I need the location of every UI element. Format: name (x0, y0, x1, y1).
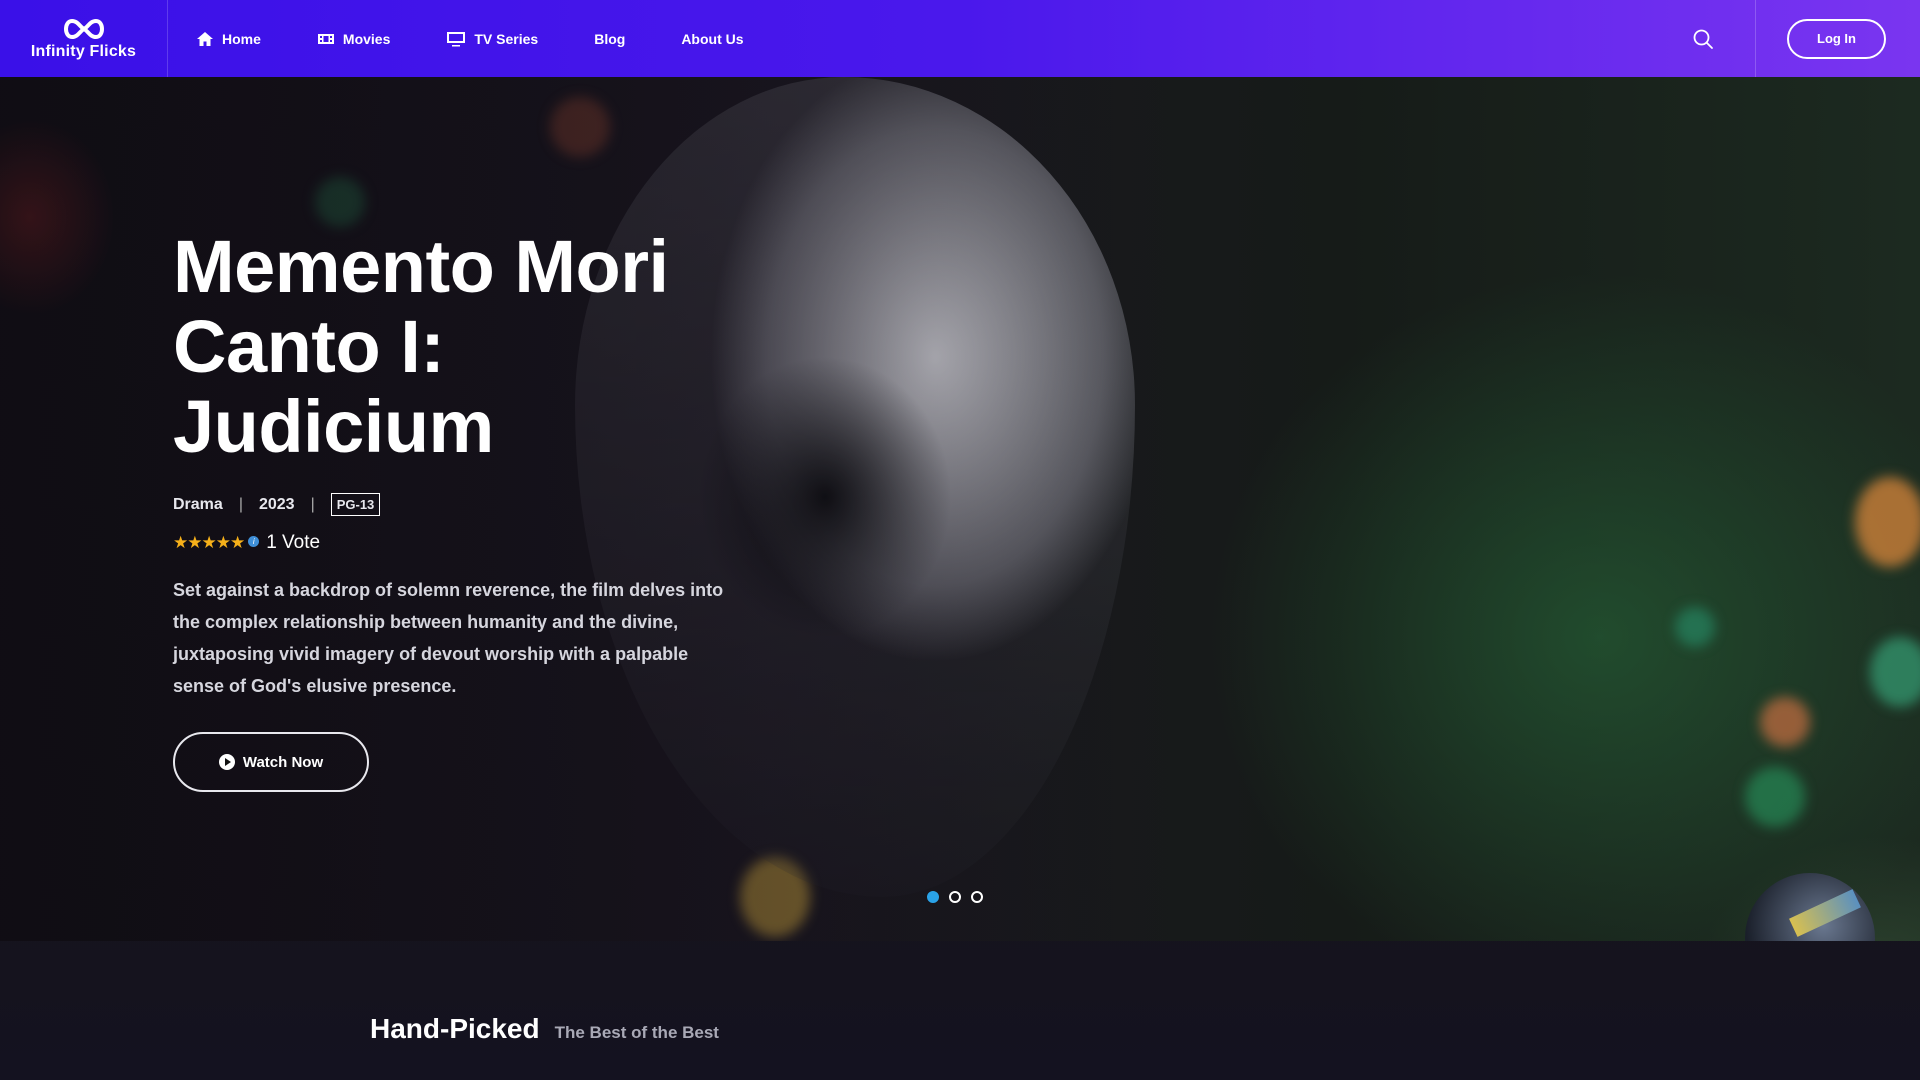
carousel-dot-3[interactable] (971, 891, 983, 903)
brand-logo[interactable]: Infinity Flicks (0, 0, 168, 77)
section-heading: Hand-Picked The Best of the Best (370, 1013, 719, 1045)
nav-label-blog: Blog (594, 30, 626, 47)
tv-icon (447, 31, 466, 46)
year: 2023 (258, 495, 295, 513)
nav-item-movies[interactable]: Movies (317, 0, 390, 77)
hero-meta: Drama | 2023 | PG-13 (173, 493, 753, 516)
infinity-icon (63, 18, 104, 39)
age-rating-badge: PG-13 (330, 493, 381, 516)
nav-label-movies: Movies (342, 30, 391, 47)
site-header: Infinity Flicks Home Movies TV Series Bl… (0, 0, 1920, 77)
search-icon (1693, 29, 1713, 49)
vote-count: 1 Vote (266, 532, 321, 553)
main-nav: Home Movies TV Series Blog About Us (196, 0, 800, 77)
nav-label-home: Home (222, 30, 261, 47)
nav-label-tv-series: TV Series (474, 30, 539, 47)
home-icon (197, 31, 213, 46)
play-icon (218, 754, 235, 770)
meta-separator: | (238, 495, 243, 513)
hero-content: Memento Mori Canto I: Judicium Drama | 2… (173, 227, 753, 792)
info-icon[interactable]: i (248, 535, 260, 547)
nav-label-about-us: About Us (681, 30, 744, 47)
search-button[interactable] (1669, 0, 1737, 77)
carousel-dot-1[interactable] (927, 891, 939, 903)
stars-icon: ★★★★★ (173, 533, 245, 552)
header-actions: Log In (1669, 0, 1920, 77)
hero-description: Set against a backdrop of solemn reveren… (173, 580, 724, 696)
brand-name: Infinity Flicks (30, 42, 137, 60)
star-rating: ★★★★★ i 1 Vote (173, 532, 753, 554)
watch-now-button[interactable]: Watch Now (173, 732, 369, 792)
meta-separator: | (310, 495, 315, 513)
hero-title: Memento Mori Canto I: Judicium (173, 227, 753, 467)
section-title: Hand-Picked (370, 1013, 540, 1044)
watch-now-label: Watch Now (242, 753, 324, 771)
nav-item-blog[interactable]: Blog (594, 0, 625, 77)
hero-title-line: Canto I: (173, 305, 445, 388)
login-button[interactable]: Log In (1787, 18, 1886, 59)
hero-title-line: Judicium (173, 385, 494, 468)
section-subtitle: The Best of the Best (554, 1023, 719, 1042)
header-divider (1755, 0, 1756, 77)
hand-picked-section: Hand-Picked The Best of the Best (0, 941, 1920, 1080)
hero-banner: Memento Mori Canto I: Judicium Drama | 2… (0, 77, 1920, 941)
carousel-dot-2[interactable] (949, 891, 961, 903)
genre: Drama (173, 495, 223, 513)
film-icon (317, 33, 334, 44)
carousel-dots (927, 891, 983, 903)
nav-item-about-us[interactable]: About Us (681, 0, 743, 77)
hero-title-line: Memento Mori (173, 225, 669, 308)
nav-item-tv-series[interactable]: TV Series (446, 0, 538, 77)
nav-item-home[interactable]: Home (196, 0, 261, 77)
